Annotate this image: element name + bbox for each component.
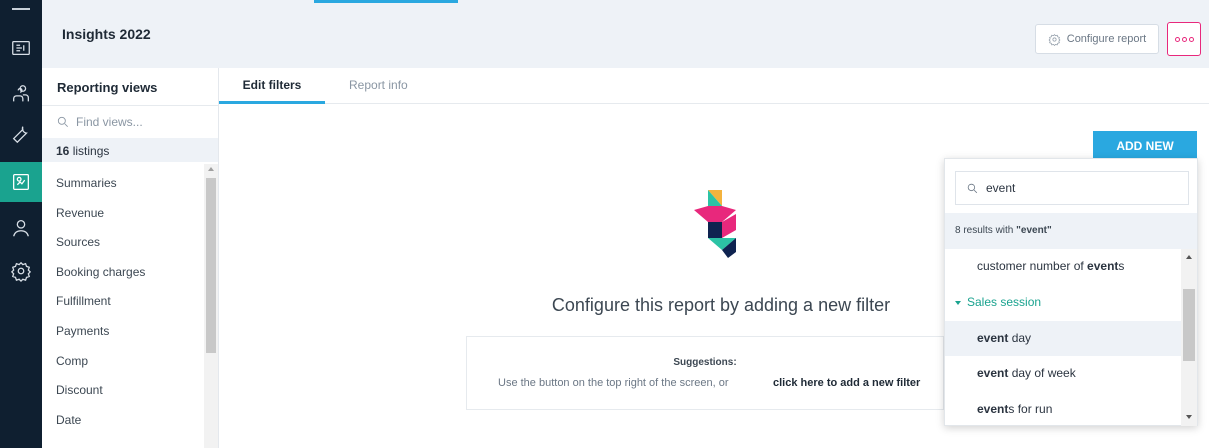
- configure-report-button[interactable]: Configure report: [1035, 24, 1159, 54]
- gear-icon: [1048, 33, 1061, 46]
- results-count-query: "event": [1016, 225, 1052, 236]
- wrench-icon[interactable]: [0, 114, 42, 154]
- tab-edit-filters[interactable]: Edit filters: [219, 68, 325, 104]
- result-match: event: [977, 366, 1009, 381]
- listings-count-suffix: listings: [69, 144, 110, 158]
- user-icon[interactable]: [0, 208, 42, 248]
- group-label: Sales session: [967, 294, 1042, 309]
- page-title: Insights 2022: [62, 26, 151, 42]
- result-text: s: [1118, 259, 1125, 273]
- tab-report-info[interactable]: Report info: [349, 68, 408, 104]
- list-item[interactable]: event day of week: [945, 356, 1181, 392]
- scroll-up-arrow-icon[interactable]: [208, 167, 214, 171]
- sidebar-item-summaries[interactable]: Summaries: [42, 169, 204, 199]
- sidebar-item-fulfillment[interactable]: Fulfillment: [42, 287, 204, 317]
- sidebar-scrollbar-thumb[interactable]: [206, 178, 216, 353]
- views-list: Summaries Revenue Sources Booking charge…: [42, 169, 204, 435]
- app-logo-icon: [694, 190, 736, 258]
- result-match: event: [1087, 259, 1119, 273]
- result-text: customer number of: [977, 259, 1088, 273]
- suggestions-box: Suggestions: Use the button on the top r…: [466, 336, 944, 410]
- find-views-input[interactable]: Find views...: [42, 106, 218, 138]
- group-sales-session[interactable]: Sales session: [945, 285, 1181, 321]
- scroll-up-arrow-icon[interactable]: [1186, 255, 1192, 259]
- sidebar-scrollbar[interactable]: [204, 164, 218, 448]
- sidebar-item-booking-charges[interactable]: Booking charges: [42, 258, 204, 288]
- result-text: s for run: [1008, 402, 1053, 417]
- results-scrollbar-thumb[interactable]: [1183, 289, 1195, 361]
- result-match: event: [977, 330, 1009, 345]
- list-item[interactable]: event day: [945, 320, 1181, 357]
- sidebar-item-discount[interactable]: Discount: [42, 376, 204, 406]
- add-new-button[interactable]: ADD NEW: [1093, 131, 1197, 161]
- more-dots-icon: [1174, 36, 1180, 42]
- configure-report-label: Configure report: [1066, 33, 1147, 45]
- header-accent-bar: [314, 0, 458, 3]
- suggestions-text: Use the button on the top right of the s…: [498, 377, 729, 389]
- left-rail: [0, 0, 42, 448]
- result-match: event: [977, 402, 1009, 417]
- sidebar-item-revenue[interactable]: Revenue: [42, 199, 204, 229]
- reports-icon[interactable]: [0, 162, 42, 202]
- scroll-down-arrow-icon[interactable]: [1186, 415, 1192, 419]
- search-icon: [967, 183, 978, 193]
- reporting-views-sidebar: Reporting views Find views... 16 listing…: [42, 68, 219, 448]
- report-tabs: Edit filters Report info: [219, 68, 1209, 104]
- results-scrollbar[interactable]: [1181, 249, 1197, 426]
- listings-count-number: 16: [56, 144, 70, 158]
- result-text: day: [1008, 330, 1032, 345]
- more-dots-icon: [1181, 36, 1187, 42]
- list-item[interactable]: customer number of events: [945, 249, 1181, 285]
- suggestions-heading: Suggestions:: [673, 357, 737, 368]
- filter-search-input[interactable]: event: [955, 171, 1189, 205]
- more-options-button[interactable]: [1167, 22, 1201, 56]
- results-list: customer number of events Sales session …: [945, 249, 1181, 428]
- more-dots-icon: [1188, 36, 1194, 42]
- team-icon[interactable]: [0, 74, 42, 114]
- results-count-prefix: 8 results with: [955, 225, 1017, 236]
- add-filter-link[interactable]: click here to add a new filter: [773, 377, 920, 389]
- sidebar-item-sources[interactable]: Sources: [42, 228, 204, 258]
- list-item[interactable]: events for run: [945, 392, 1181, 428]
- rail-top-bar: [12, 8, 30, 10]
- app-root: Insights 2022 Configure report Reporting…: [0, 0, 1209, 448]
- results-count: 8 results with "event": [945, 213, 1197, 249]
- ticket-icon[interactable]: [0, 28, 42, 68]
- filter-search-dropdown: event 8 results with "event" customer nu…: [944, 158, 1198, 426]
- result-text: day of week: [1008, 366, 1076, 381]
- find-views-placeholder: Find views...: [76, 115, 143, 129]
- sidebar-item-comp[interactable]: Comp: [42, 347, 204, 377]
- sidebar-item-payments[interactable]: Payments: [42, 317, 204, 347]
- filter-search-value: event: [986, 181, 1016, 195]
- search-icon: [57, 116, 68, 127]
- listings-count: 16 listings: [42, 138, 218, 162]
- empty-state-message: Configure this report by adding a new fi…: [551, 295, 891, 315]
- gear-icon[interactable]: [0, 251, 42, 291]
- sidebar-heading: Reporting views: [42, 68, 218, 106]
- sidebar-item-date[interactable]: Date: [42, 406, 204, 436]
- page-header: Insights 2022 Configure report: [42, 0, 1209, 68]
- caret-down-icon: [955, 300, 961, 305]
